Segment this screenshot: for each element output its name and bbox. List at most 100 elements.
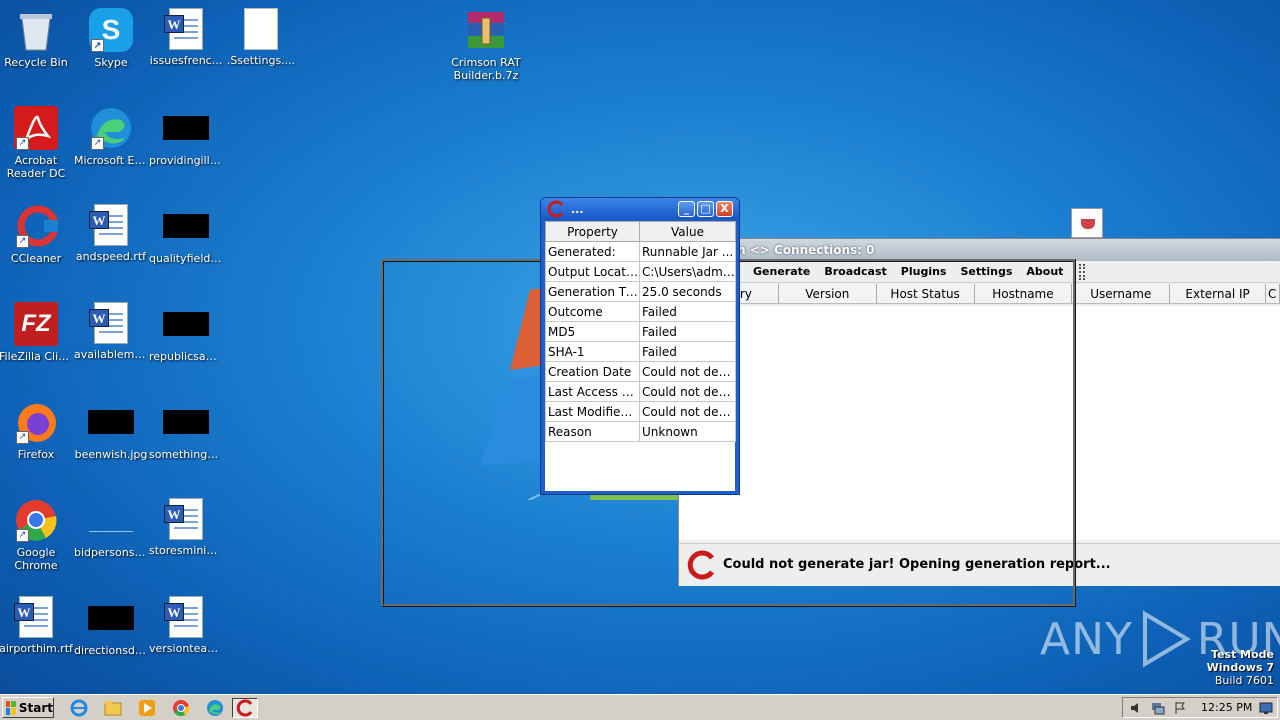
word-doc-icon[interactable]: W issuesfrenc... [148, 8, 224, 67]
winrar-archive-icon[interactable]: Crimson RAT Builder.b.7z [448, 8, 524, 82]
icon-label: airporthim.rtf [0, 642, 73, 655]
filezilla-icon[interactable]: FZ FileZilla Client [0, 302, 74, 363]
minimize-button[interactable]: _ [678, 201, 695, 217]
redacted-thumbnail-icon[interactable]: somethingp... [148, 400, 224, 461]
col-external-ip[interactable]: External IP [1170, 284, 1267, 303]
property-cell: Last Modified ... [545, 401, 640, 422]
redacted-thumbnail-icon [163, 214, 209, 238]
menu-about[interactable]: About [1026, 265, 1071, 278]
action-center-flag-icon[interactable] [1173, 701, 1187, 715]
property-cell: Last Access D... [545, 381, 640, 402]
col-value[interactable]: Value [639, 221, 736, 242]
table-row[interactable]: Last Modified ... Could not dete... [545, 401, 736, 422]
col-username[interactable]: Username [1072, 284, 1171, 303]
status-bar: Could not generate jar! Opening generati… [679, 543, 1280, 585]
icon-label: Acrobat Reader DC [6, 154, 66, 180]
redacted-thumbnail-icon [88, 606, 134, 630]
redacted-thumbnail-icon[interactable]: directionsdi... [73, 596, 149, 657]
word-doc-icon: W [164, 596, 203, 638]
redacted-thumbnail-icon[interactable]: qualityfields... [148, 204, 224, 265]
media-player-icon[interactable] [136, 698, 158, 718]
table-row[interactable]: MD5 Failed [545, 321, 736, 342]
icon-label: availablema... [74, 348, 149, 361]
edge-icon[interactable] [204, 698, 226, 718]
icon-label: Crimson RAT Builder.b.7z [451, 56, 521, 82]
ccleaner-icon: ↗ [14, 204, 59, 248]
blank-file-icon[interactable]: .Ssettings.... [223, 8, 299, 67]
word-doc-icon: W [89, 302, 128, 344]
value-cell: Unknown [639, 421, 736, 442]
col-host-status[interactable]: Host Status [877, 284, 975, 303]
recycle-bin-icon[interactable]: Recycle Bin [0, 8, 74, 69]
connections-table-body[interactable] [679, 306, 1280, 540]
toolbar-grip-icon[interactable] [1079, 263, 1086, 280]
redacted-thumbnail-icon[interactable]: providingillin... [148, 106, 224, 167]
maximize-button[interactable]: □ [697, 201, 714, 217]
icon-label: versionteam... [149, 642, 224, 655]
explorer-folder-icon[interactable] [102, 698, 124, 718]
network-icon[interactable] [1151, 701, 1165, 715]
chrome-icon[interactable]: ↗ Google Chrome [0, 498, 74, 572]
table-row[interactable]: Creation Date Could not dete... [545, 361, 736, 382]
firefox-icon: ↗ [14, 400, 58, 444]
word-doc-icon: W [14, 596, 53, 638]
acrobat-reader-icon[interactable]: ↗ Acrobat Reader DC [0, 106, 74, 180]
icon-label: beenwish.jpg [74, 448, 148, 461]
shortcut-arrow-icon: ↗ [91, 137, 104, 150]
redacted-thumbnail-icon[interactable]: republicsam... [148, 302, 224, 363]
start-button[interactable]: Start [2, 697, 54, 718]
menu-settings[interactable]: Settings [960, 265, 1020, 278]
menu-generate[interactable]: Generate [753, 265, 818, 278]
property-cell: Generated: [545, 241, 640, 262]
speaker-icon[interactable] [1129, 701, 1143, 715]
chrome-icon[interactable] [170, 698, 192, 718]
skype-icon[interactable]: S ↗ Skype [73, 8, 149, 69]
redacted-thumbnail-icon [163, 410, 209, 434]
taskbar: Start 12:25 PM [0, 694, 1280, 720]
redacted-thumbnail-icon [163, 312, 209, 336]
redacted-thumbnail-icon[interactable]: beenwish.jpg [73, 400, 149, 461]
blank-thumbnail-icon[interactable]: bidpersons.... [73, 498, 149, 559]
icon-label: republicsam... [149, 350, 224, 363]
shortcut-arrow-icon: ↗ [16, 137, 29, 150]
ccleaner-icon[interactable]: ↗ CCleaner [0, 204, 74, 265]
table-row[interactable]: SHA-1 Failed [545, 341, 736, 362]
recycle-bin-icon [14, 8, 58, 52]
edge-icon[interactable]: ↗ Microsoft Edge [73, 106, 149, 167]
table-row[interactable]: Last Access D... Could not dete... [545, 381, 736, 402]
firefox-icon[interactable]: ↗ Firefox [0, 400, 74, 461]
java-file-icon[interactable] [1071, 208, 1103, 238]
main-menu-bar: Generate Broadcast Plugins Settings Abou… [679, 261, 1280, 283]
table-row[interactable]: Reason Unknown [545, 421, 736, 442]
shortcut-arrow-icon: ↗ [91, 39, 104, 52]
crimson-rat-icon[interactable] [232, 698, 258, 718]
word-doc-icon[interactable]: W andspeed.rtf [73, 204, 149, 263]
col-property[interactable]: Property [545, 221, 640, 242]
clock[interactable]: 12:25 PM [1201, 701, 1252, 714]
os-version-text: Windows 7 [1206, 661, 1274, 674]
property-cell: Creation Date [545, 361, 640, 382]
table-row[interactable]: Generation Ti... 25.0 seconds [545, 281, 736, 302]
play-logo-icon [1142, 610, 1191, 668]
word-doc-icon[interactable]: W storesminist... [148, 498, 224, 557]
redacted-thumbnail-icon [163, 116, 209, 140]
property-cell: Generation Ti... [545, 281, 640, 302]
word-doc-icon[interactable]: W airporthim.rtf [0, 596, 74, 655]
value-cell: Failed [639, 341, 736, 362]
menu-plugins[interactable]: Plugins [901, 265, 955, 278]
main-window-titlebar[interactable]: n <> Connections: 0 [679, 239, 1280, 261]
value-cell: 25.0 seconds [639, 281, 736, 302]
word-doc-icon[interactable]: W availablema... [73, 302, 149, 361]
property-cell: Output Location: [545, 261, 640, 282]
col-hostname[interactable]: Hostname [975, 284, 1073, 303]
col-more[interactable]: C [1266, 284, 1280, 303]
table-row[interactable]: Generated: Runnable Jar ... [545, 241, 736, 262]
show-desktop-icon[interactable] [1259, 701, 1273, 715]
table-row[interactable]: Outcome Failed [545, 301, 736, 322]
menu-broadcast[interactable]: Broadcast [824, 265, 894, 278]
internet-explorer-icon[interactable] [68, 698, 90, 718]
word-doc-icon[interactable]: W versionteam... [148, 596, 224, 655]
close-button[interactable]: X [716, 201, 733, 217]
table-row[interactable]: Output Location: C:\Users\admi... [545, 261, 736, 282]
col-version[interactable]: Version [779, 284, 877, 303]
